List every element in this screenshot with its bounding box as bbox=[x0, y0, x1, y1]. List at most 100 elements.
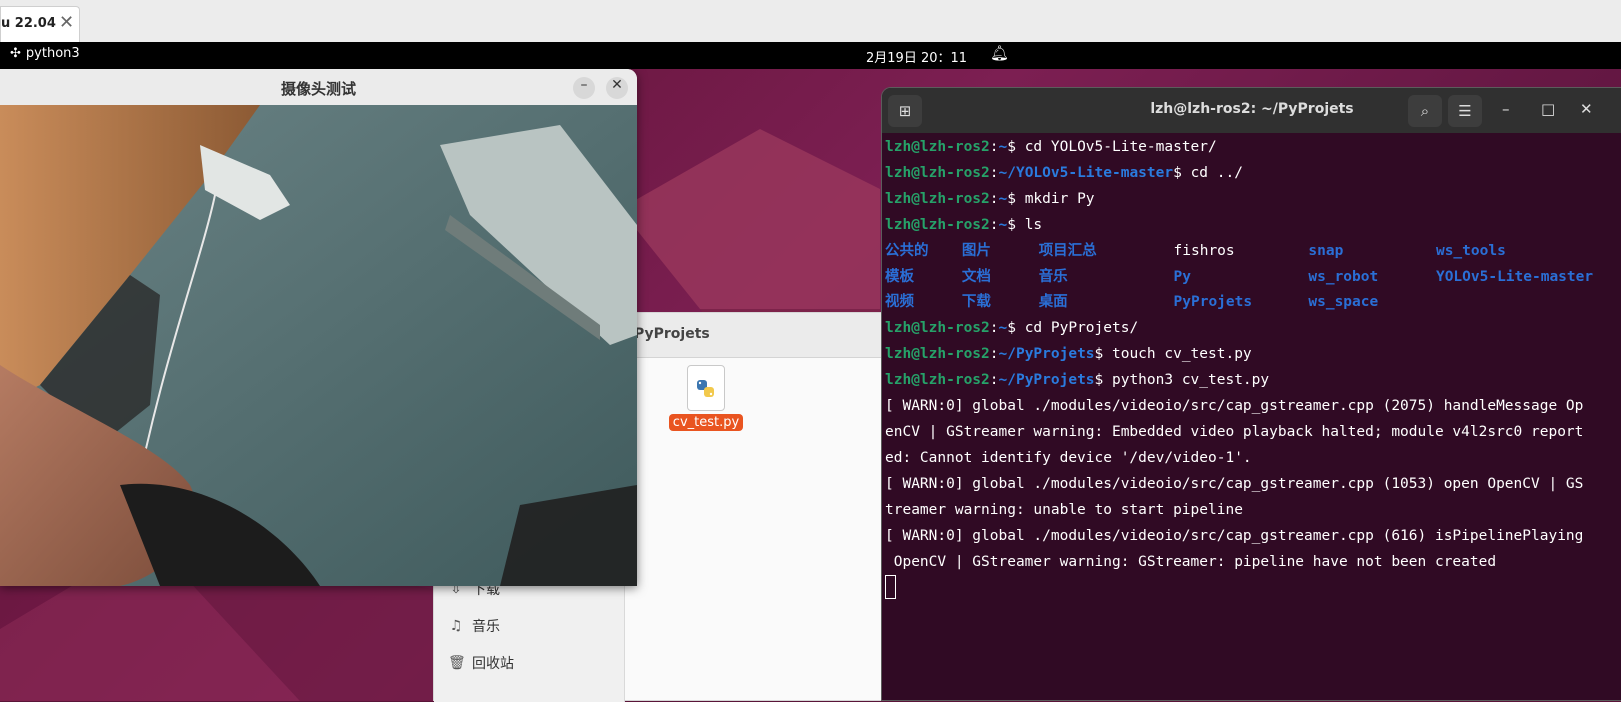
command-text: $ touch cv_test.py bbox=[1094, 346, 1252, 363]
sidebar-item-label: 音乐 bbox=[472, 619, 500, 635]
prompt-colon: : bbox=[989, 216, 999, 233]
terminal-line: lzh@lzh-ros2:~/YOLOv5-Lite-master$ cd ..… bbox=[885, 161, 1621, 187]
window-title: 摄像头测试 bbox=[280, 80, 356, 98]
prompt-path: ~/PyProjets bbox=[998, 346, 1095, 363]
clock[interactable]: 2月19日 20：11 bbox=[866, 47, 967, 66]
minimize-button[interactable]: – bbox=[573, 77, 595, 99]
ls-directory: 视频 bbox=[885, 294, 914, 311]
terminal-output[interactable]: lzh@lzh-ros2:~$ cd YOLOv5-Lite-master/lz… bbox=[885, 135, 1621, 601]
file-item[interactable]: cv_test.py bbox=[666, 365, 746, 431]
terminal-line: lzh@lzh-ros2:~/PyProjets$ touch cv_test.… bbox=[885, 342, 1621, 368]
python-file-icon bbox=[687, 365, 725, 411]
prompt-colon: : bbox=[989, 346, 999, 363]
prompt-path: ~ bbox=[998, 139, 1008, 155]
prompt-path: ~ bbox=[998, 216, 1008, 233]
prompt-colon: : bbox=[989, 139, 999, 155]
prompt-user: lzh@lzh-ros2 bbox=[885, 190, 990, 207]
prompt-user: lzh@lzh-ros2 bbox=[885, 372, 990, 389]
terminal-title: lzh@lzh-ros2: ~/PyProjets bbox=[1150, 101, 1354, 117]
ls-directory: 桌面 bbox=[1038, 294, 1068, 311]
camera-window: 摄像头测试 – ✕ bbox=[0, 69, 637, 586]
ls-directory: snap bbox=[1308, 242, 1344, 259]
terminal-line: 模板 文档 音乐 Py ws_robot YOLOv5-Lite-master bbox=[885, 265, 1621, 291]
ls-directory: 公共的 bbox=[885, 242, 929, 259]
command-text: $ cd PyProjets/ bbox=[1007, 320, 1139, 337]
ls-directory: 文档 bbox=[961, 268, 991, 285]
ls-directory: PyProjets bbox=[1173, 294, 1253, 311]
vm-tab-label: u 22.04 bbox=[1, 16, 56, 31]
terminal-line: [ WARN:0] global ./modules/videoio/src/c… bbox=[885, 475, 1584, 492]
prompt-path: ~/YOLOv5-Lite-master bbox=[998, 164, 1174, 181]
ls-directory: 模板 bbox=[885, 268, 914, 285]
prompt-path: ~ bbox=[998, 320, 1008, 337]
search-button[interactable]: ⌕ bbox=[1408, 95, 1442, 127]
notification-bell-icon[interactable]: 🔔︎ bbox=[990, 44, 1009, 62]
prompt-path: ~ bbox=[998, 190, 1008, 207]
prompt-path: ~/PyProjets bbox=[998, 372, 1095, 389]
sidebar-item-music[interactable]: ♫ 音乐 bbox=[448, 616, 500, 636]
ls-directory: ws_tools bbox=[1435, 242, 1506, 259]
sidebar-item-label: 回收站 bbox=[472, 656, 514, 672]
prompt-user: lzh@lzh-ros2 bbox=[885, 216, 990, 233]
terminal-line: enCV | GStreamer warning: Embedded video… bbox=[885, 423, 1584, 440]
app-spinner-icon: ✣ bbox=[10, 46, 21, 61]
ls-directory: ws_space bbox=[1308, 294, 1379, 311]
terminal-line: 视频 下载 桌面 PyProjets ws_space bbox=[885, 290, 1621, 316]
terminal-line: lzh@lzh-ros2:~$ mkdir Py bbox=[885, 187, 1621, 213]
ls-directory: 下载 bbox=[961, 294, 991, 311]
maximize-button[interactable]: □ bbox=[1541, 100, 1555, 118]
command-text: $ cd ../ bbox=[1173, 164, 1243, 181]
close-button[interactable]: ✕ bbox=[606, 77, 628, 99]
close-button[interactable]: ✕ bbox=[1580, 100, 1593, 118]
prompt-user: lzh@lzh-ros2 bbox=[885, 164, 990, 181]
terminal-headerbar[interactable]: ⊞ lzh@lzh-ros2: ~/PyProjets ⌕ ☰ – □ ✕ bbox=[882, 88, 1621, 133]
terminal-line: OpenCV | GStreamer warning: GStreamer: p… bbox=[885, 553, 1497, 570]
ls-directory: YOLOv5-Lite-master bbox=[1435, 268, 1594, 285]
ls-directory: ws_robot bbox=[1308, 268, 1379, 285]
ls-directory: Py bbox=[1173, 268, 1191, 285]
terminal-line: lzh@lzh-ros2:~$ cd YOLOv5-Lite-master/ bbox=[885, 135, 1621, 161]
camera-feed-image bbox=[0, 105, 637, 586]
terminal-line: [ WARN:0] global ./modules/videoio/src/c… bbox=[885, 398, 1584, 415]
app-menu[interactable]: ✣ python3 bbox=[10, 46, 80, 61]
prompt-colon: : bbox=[989, 164, 999, 181]
prompt-user: lzh@lzh-ros2 bbox=[885, 346, 990, 363]
ls-directory: 项目汇总 bbox=[1038, 242, 1097, 259]
files-path-label[interactable]: PyProjets bbox=[634, 326, 710, 342]
menu-button[interactable]: ☰ bbox=[1448, 95, 1482, 127]
terminal-line: lzh@lzh-ros2:~/PyProjets$ python3 cv_tes… bbox=[885, 368, 1621, 394]
text-cursor bbox=[885, 575, 896, 600]
cursor-line bbox=[885, 575, 1621, 601]
terminal-line: lzh@lzh-ros2:~$ ls bbox=[885, 213, 1621, 239]
command-text: $ python3 cv_test.py bbox=[1094, 372, 1270, 389]
terminal-line: treamer warning: unable to start pipelin… bbox=[885, 501, 1243, 518]
top-bar: ✣ python3 2月19日 20：11 🔔︎ bbox=[0, 42, 1621, 69]
prompt-user: lzh@lzh-ros2 bbox=[885, 320, 990, 337]
ls-directory: 音乐 bbox=[1038, 268, 1068, 285]
terminal-line: lzh@lzh-ros2:~$ cd PyProjets/ bbox=[885, 316, 1621, 342]
app-name: python3 bbox=[25, 46, 80, 61]
trash-icon: 🗑︎ bbox=[448, 655, 466, 671]
file-name: cv_test.py bbox=[668, 414, 744, 431]
command-text: $ cd YOLOv5-Lite-master/ bbox=[1007, 139, 1217, 155]
ls-file: fishros bbox=[1173, 242, 1235, 259]
vm-tab-strip: u 22.04 ✕ bbox=[0, 0, 1621, 43]
sidebar-item-trash[interactable]: 🗑︎ 回收站 bbox=[448, 653, 514, 673]
command-text: $ mkdir Py bbox=[1007, 190, 1095, 207]
search-icon: ⌕ bbox=[1420, 102, 1430, 120]
prompt-colon: : bbox=[989, 320, 999, 337]
music-icon: ♫ bbox=[449, 618, 463, 634]
prompt-colon: : bbox=[989, 190, 999, 207]
ls-directory: 图片 bbox=[961, 242, 991, 259]
terminal-line: [ WARN:0] global ./modules/videoio/src/c… bbox=[885, 527, 1584, 544]
minimize-button[interactable]: – bbox=[1502, 100, 1510, 118]
command-text: $ ls bbox=[1007, 216, 1043, 233]
vm-tab-close-icon[interactable]: ✕ bbox=[59, 12, 74, 33]
terminal-line: ed: Cannot identify device '/dev/video-1… bbox=[885, 449, 1252, 466]
prompt-user: lzh@lzh-ros2 bbox=[885, 139, 990, 155]
prompt-colon: : bbox=[989, 372, 999, 389]
vm-tab[interactable]: u 22.04 ✕ bbox=[0, 6, 80, 42]
camera-titlebar[interactable]: 摄像头测试 – ✕ bbox=[0, 69, 637, 105]
terminal-window: ⊞ lzh@lzh-ros2: ~/PyProjets ⌕ ☰ – □ ✕ lz… bbox=[881, 87, 1621, 701]
hamburger-menu-icon: ☰ bbox=[1458, 102, 1472, 120]
